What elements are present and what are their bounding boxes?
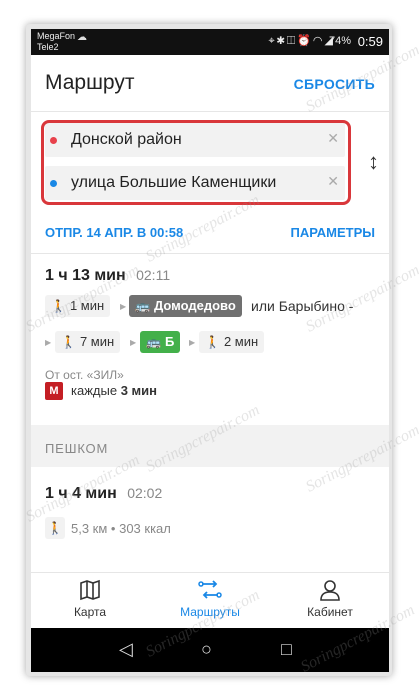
walking-route-card[interactable]: 1 ч 4 мин 02:02 🚶 5,3 км • 303 ккал: [31, 467, 389, 557]
arrow-right-icon: ▶: [130, 338, 137, 347]
walker-icon: 🚶: [45, 517, 65, 539]
walking-duration: 1 ч 4 мин 02:02: [45, 485, 163, 502]
walking-section-header: ПЕШКОМ: [31, 425, 389, 467]
status-icons: ⌖✱◫⏰◠◢: [268, 35, 335, 47]
arrow-right-icon: ▶: [45, 338, 52, 347]
clock: 0:59: [357, 34, 383, 49]
bus-icon: 🚌: [146, 335, 161, 349]
map-icon: [35, 579, 145, 603]
departure-time-button[interactable]: ОТПР. 14 АПР. В 00:58: [45, 225, 183, 240]
app-bar: Маршрут СБРОСИТЬ: [31, 55, 389, 111]
battery-percent: 74%: [328, 35, 351, 47]
walk-segment-3: 🚶 2 мин: [199, 331, 265, 353]
nav-cabinet-label: Кабинет: [307, 605, 353, 619]
nav-map[interactable]: Карта: [35, 579, 145, 619]
bus-segment: 🚌 Домодедово: [129, 295, 242, 317]
home-icon[interactable]: ○: [201, 639, 212, 660]
frequency: каждые 3 мин: [71, 383, 157, 398]
walking-info: 5,3 км • 303 ккал: [71, 521, 171, 536]
walker-icon: 🚶: [205, 335, 220, 349]
phone-screen: MegaFon Tele2 ☁ ⌖✱◫⏰◠◢ 74% 0:59 Маршрут …: [31, 29, 389, 672]
carrier-info: MegaFon Tele2: [37, 31, 75, 53]
carrier-1: MegaFon: [37, 31, 76, 41]
bottom-navigation: Карта Маршруты Кабинет: [31, 572, 389, 629]
walker-icon: 🚶: [61, 335, 76, 349]
reset-button[interactable]: СБРОСИТЬ: [294, 76, 375, 92]
cloud-icon: ☁: [77, 32, 87, 43]
arrow-right-icon: ▶: [189, 338, 196, 347]
walker-icon: 🚶: [51, 299, 66, 313]
route-duration: 1 ч 13 мин 02:11: [45, 267, 171, 284]
user-icon: [275, 579, 385, 603]
bus-icon: 🚌: [135, 299, 150, 313]
alt-stop: или Барыбино -: [251, 298, 354, 314]
nav-map-label: Карта: [73, 605, 107, 619]
bus-b-segment: 🚌 Б: [140, 331, 181, 353]
routes-icon: [155, 579, 265, 603]
walk-segment-2: 🚶 7 мин: [55, 331, 121, 353]
walk-segment-1: 🚶 1 мин: [45, 295, 111, 317]
departure-row: ОТПР. 14 АПР. В 00:58 ПАРАМЕТРЫ: [31, 222, 389, 246]
recents-icon[interactable]: □: [281, 639, 292, 660]
walking-arrival: 02:02: [127, 485, 163, 501]
parameters-button[interactable]: ПАРАМЕТРЫ: [291, 225, 376, 240]
route-arrival: 02:11: [136, 267, 171, 283]
walking-section-label: ПЕШКОМ: [45, 441, 109, 456]
highlight-frame: [41, 120, 351, 205]
divider: [31, 253, 389, 254]
system-nav-bar: ◁ ○ □: [31, 628, 389, 672]
carrier-2: Tele2: [37, 42, 59, 52]
back-icon[interactable]: ◁: [119, 639, 133, 660]
metro-icon: М: [45, 382, 63, 400]
nav-cabinet[interactable]: Кабинет: [275, 579, 385, 619]
swap-icon[interactable]: ↕: [368, 149, 379, 175]
departure-stop: От ост. «ЗИЛ»: [45, 368, 124, 382]
arrow-right-icon: ▶: [120, 302, 127, 311]
nav-routes-label: Маршруты: [180, 605, 240, 619]
divider: [31, 111, 389, 112]
status-bar: MegaFon Tele2 ☁ ⌖✱◫⏰◠◢ 74% 0:59: [31, 29, 389, 55]
page-title: Маршрут: [45, 71, 135, 94]
nav-routes[interactable]: Маршруты: [155, 579, 265, 619]
